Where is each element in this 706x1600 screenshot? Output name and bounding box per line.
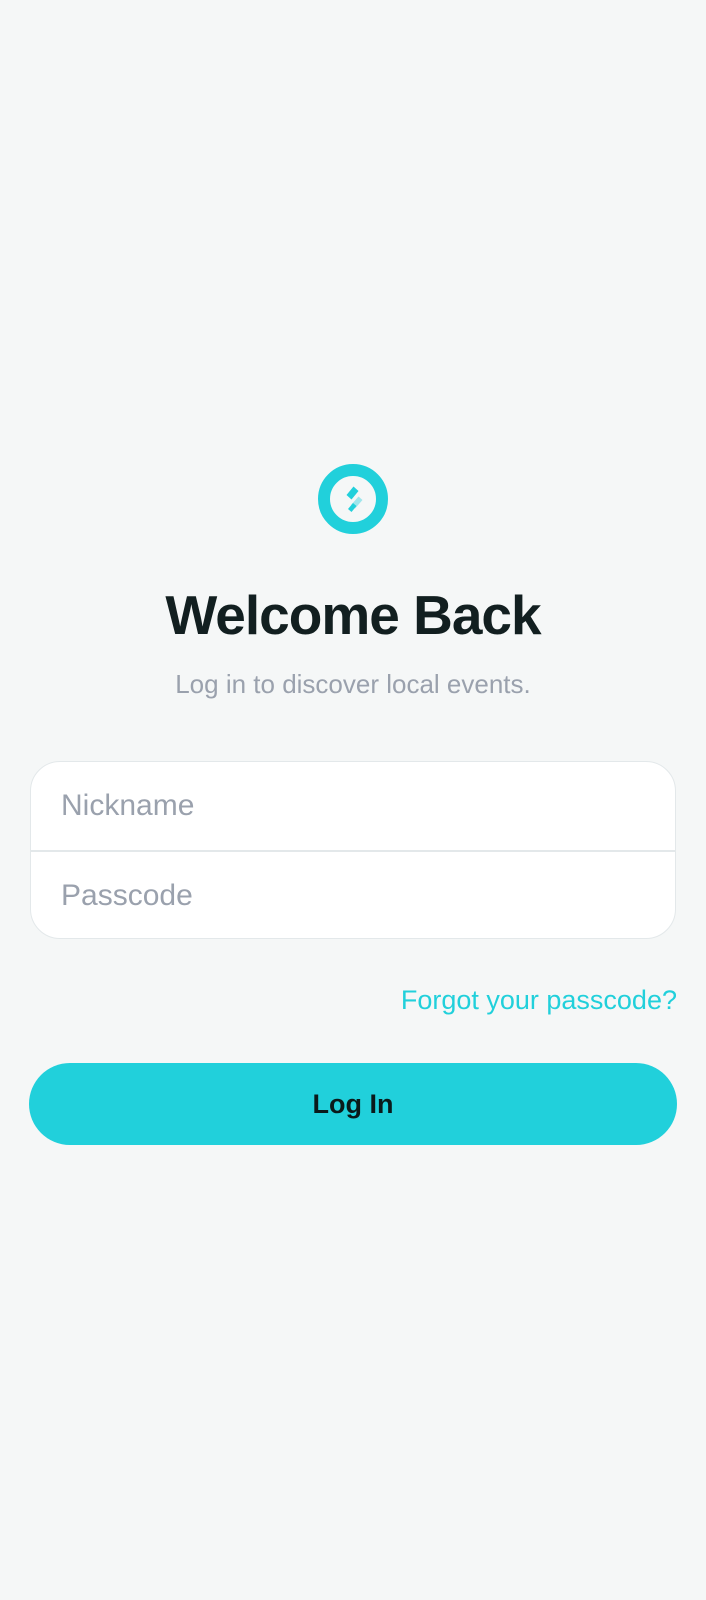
app-logo-icon <box>318 464 388 534</box>
page-subtitle: Log in to discover local events. <box>175 669 531 699</box>
page-title: Welcome Back <box>165 584 541 646</box>
login-screen: Welcome Back Log in to discover local ev… <box>0 0 706 1600</box>
forgot-passcode-link[interactable]: Forgot your passcode? <box>401 983 677 1017</box>
login-form <box>30 761 676 939</box>
nickname-input[interactable] <box>31 762 675 850</box>
passcode-input[interactable] <box>31 851 675 938</box>
login-button[interactable]: Log In <box>29 1063 677 1145</box>
